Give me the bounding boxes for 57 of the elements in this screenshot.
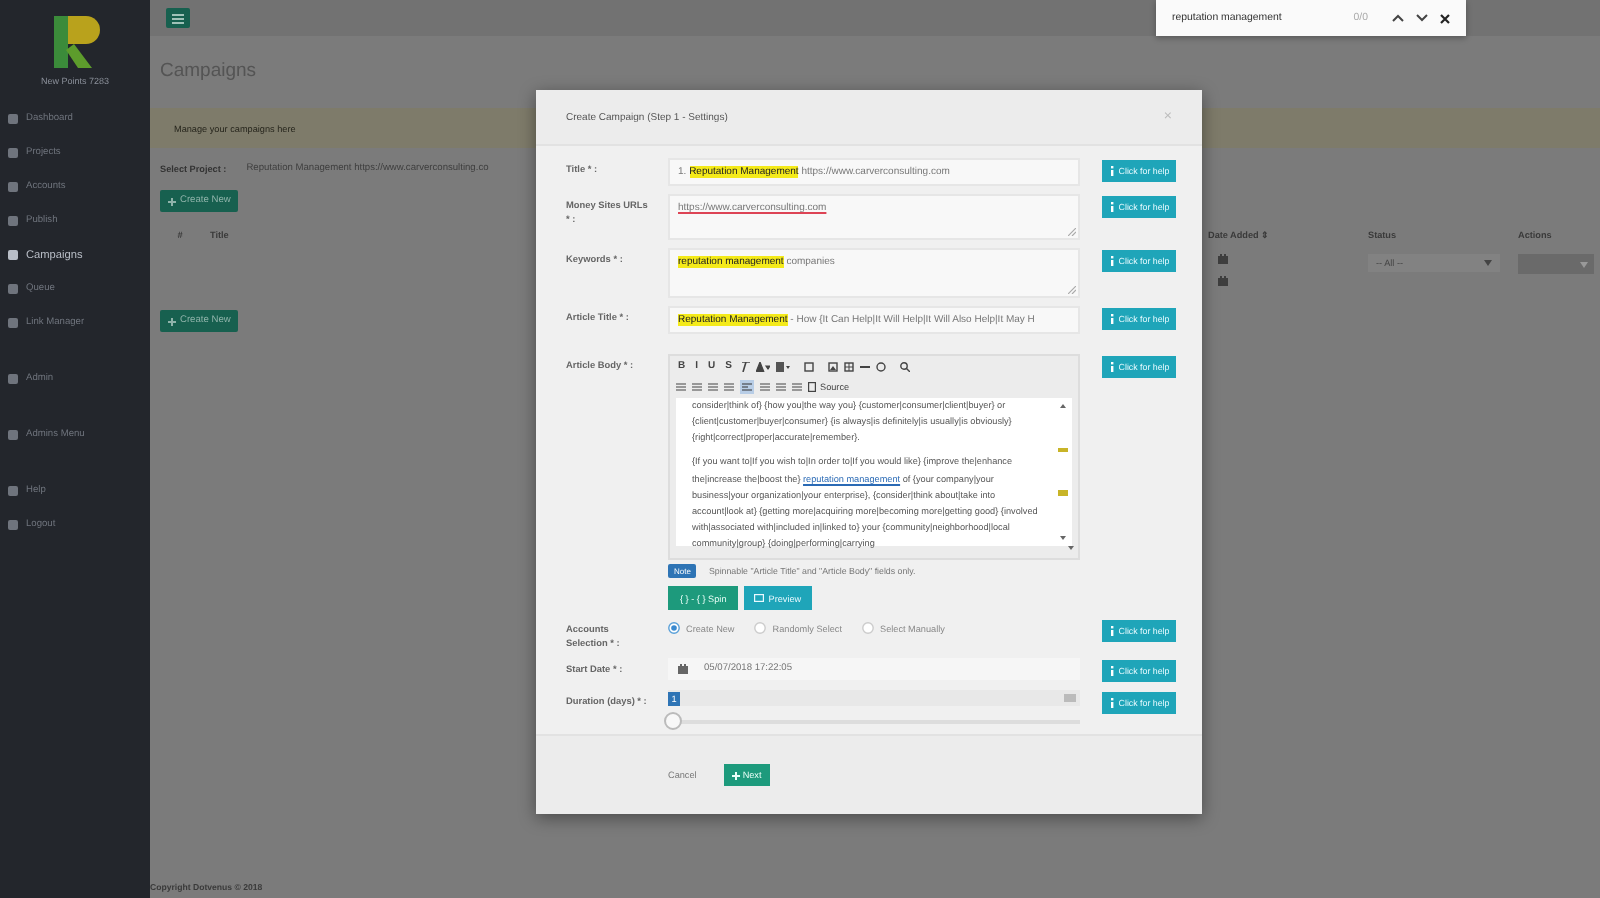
menu-bullet-icon (8, 374, 18, 384)
image-icon (827, 361, 838, 372)
radio-button[interactable] (862, 622, 874, 635)
menu-bullet-icon (8, 250, 18, 260)
rich-text-editor[interactable] (668, 354, 1080, 561)
plus-icon (168, 317, 176, 325)
caret-icon (1580, 261, 1588, 267)
radio-button[interactable] (668, 622, 680, 635)
chevron-down-icon (1416, 14, 1428, 22)
preview-icon (754, 594, 765, 603)
menu-bullet-icon (8, 182, 18, 192)
table-icon (843, 361, 854, 372)
source-icon (808, 382, 816, 393)
slider-thumb[interactable] (664, 712, 682, 731)
resize-grip-icon (1068, 286, 1076, 295)
info-icon (1108, 362, 1117, 373)
menu-bullet-icon (8, 114, 18, 124)
background-color-icon (775, 361, 790, 372)
menu-bullet-icon (8, 520, 18, 530)
editor-content[interactable] (676, 398, 1072, 547)
logo-icon (49, 12, 101, 72)
search-icon (899, 361, 910, 372)
calendar-icon (678, 664, 688, 675)
menu-bullet-icon (8, 148, 18, 158)
info-icon (1108, 314, 1117, 325)
align-left-icon (740, 380, 754, 395)
scroll-up-icon (1059, 404, 1065, 409)
info-icon (1108, 666, 1117, 677)
menu-button[interactable] (166, 8, 190, 28)
caret-icon (1484, 260, 1492, 266)
menu-bullet-icon (8, 318, 18, 328)
chevron-up-icon (1392, 14, 1404, 22)
scroll-thumb-icon (1057, 490, 1067, 497)
resize-grip-icon (1068, 228, 1076, 237)
menu-bullet-icon (8, 430, 18, 440)
menu-bullet-icon (8, 284, 18, 294)
info-icon (1108, 166, 1117, 177)
actions-dropdown[interactable] (1518, 254, 1594, 274)
close-icon (1440, 13, 1450, 23)
menu-icon (172, 13, 184, 23)
menu-bullet-icon (8, 216, 18, 226)
info-icon (1108, 256, 1117, 267)
info-icon (1108, 626, 1117, 637)
calendar-icon (1218, 254, 1228, 264)
text-color-icon (755, 361, 770, 372)
calendar-icon (1218, 276, 1228, 286)
slider-track[interactable] (668, 712, 1080, 731)
horizontal-line-icon (859, 361, 870, 372)
clear-format-icon (739, 361, 750, 372)
info-icon (1108, 202, 1117, 213)
plus-icon (732, 771, 741, 780)
radio-button[interactable] (754, 622, 767, 635)
info-icon (1108, 698, 1117, 709)
menu-bullet-icon (8, 486, 18, 496)
scroll-thumb-icon (1057, 447, 1067, 452)
plus-icon (168, 197, 176, 205)
maximize-icon (803, 361, 814, 372)
